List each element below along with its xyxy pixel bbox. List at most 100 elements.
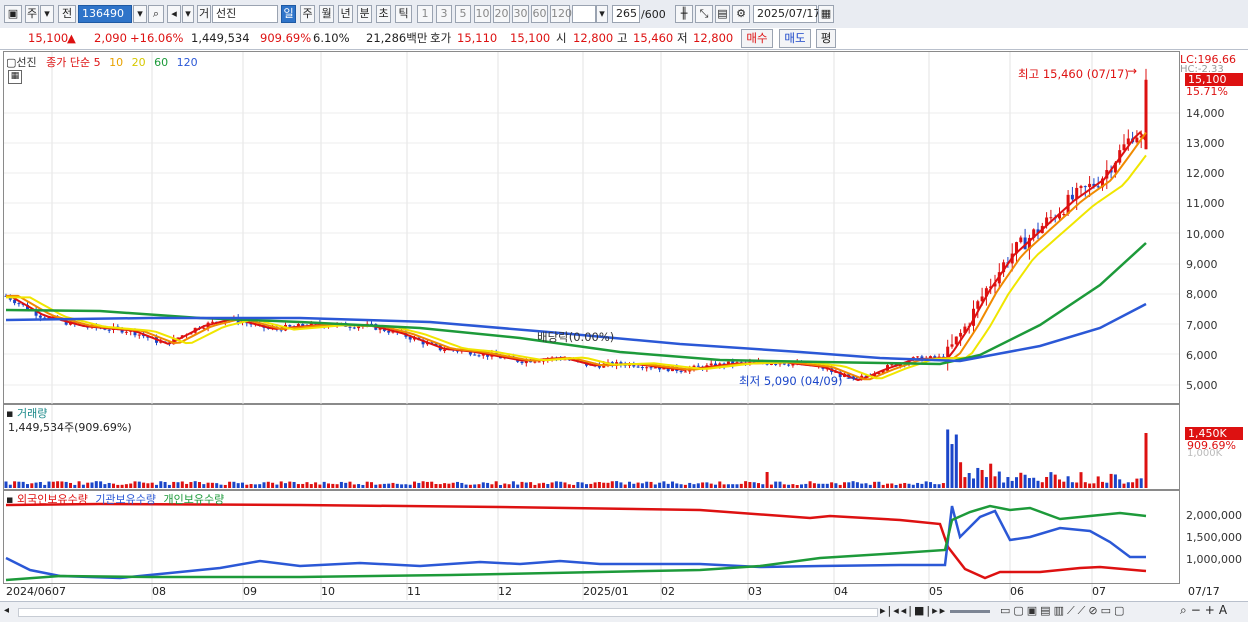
high-annotation: 최고 15,460 (07/17): [1018, 67, 1129, 81]
price-axis[interactable]: LC:196.66 HC:-2.33 15,100 15.71% 14,000 …: [1180, 51, 1248, 404]
legend-individual[interactable]: 개인보유수량: [164, 493, 225, 506]
candle-body: [683, 371, 687, 373]
high-arrow-icon: →: [1127, 64, 1138, 78]
candle-body: [976, 301, 980, 309]
dividend-annotation: 배당락(0.00%): [537, 330, 615, 344]
y-tick: 14,000: [1186, 107, 1225, 120]
scroll-left-icon[interactable]: ◂: [4, 605, 9, 616]
price-legend: ▢선진 종가 단순 5 10 20 60 120: [6, 54, 198, 70]
candle-body: [288, 325, 292, 327]
candle-body: [533, 361, 537, 363]
candle-body: [640, 367, 644, 369]
x-label: 06: [1010, 585, 1024, 598]
y-tick: 12,000: [1186, 167, 1225, 180]
candle-body: [954, 336, 958, 345]
candle-body: [477, 355, 481, 357]
y-tick: 2,000,000: [1186, 509, 1242, 522]
candle-body: [38, 315, 42, 318]
y-tick: 10,000: [1186, 228, 1225, 241]
candle-body: [210, 321, 214, 323]
candle-body: [202, 327, 206, 329]
volume-pane[interactable]: [3, 404, 1180, 490]
candle-body: [636, 366, 640, 368]
candle-body: [443, 350, 447, 352]
candle-body: [1079, 186, 1083, 188]
legend-ma60[interactable]: 60: [154, 56, 168, 69]
horizontal-scrollbar[interactable]: [18, 608, 878, 617]
candle-body: [1049, 217, 1053, 219]
x-label: 07: [1092, 585, 1106, 598]
candle-body: [1019, 237, 1023, 243]
candle-body: [473, 354, 477, 356]
y-tick: 1,500,000: [1186, 531, 1242, 544]
candle-body: [959, 332, 963, 337]
y-tick: 1,000,000: [1186, 553, 1242, 566]
legend-ma20[interactable]: 20: [132, 56, 146, 69]
volume-hidden-tick: 1,000K: [1187, 448, 1223, 459]
candle-body: [107, 329, 111, 331]
x-label: 10: [321, 585, 335, 598]
candle-body: [17, 303, 21, 305]
candle-body: [696, 365, 700, 367]
y-tick: 6,000: [1186, 349, 1218, 362]
x-label: 11: [407, 585, 421, 598]
candle-body: [1070, 194, 1074, 200]
legend-ma120[interactable]: 120: [177, 56, 198, 69]
x-label: 2025/01: [583, 585, 629, 598]
holdings-checkbox-icon[interactable]: ▪: [6, 493, 13, 506]
holdings-axis[interactable]: 2,000,000 1,500,000 1,000,000: [1180, 490, 1248, 584]
tool-icons[interactable]: ▭▢▣▤▥⟋⟋⊘▭▢: [1000, 604, 1127, 618]
candle-body: [649, 367, 653, 369]
x-label: 02: [661, 585, 675, 598]
y-tick: 8,000: [1186, 288, 1218, 301]
x-label: 05: [929, 585, 943, 598]
y-tick: 7,000: [1186, 319, 1218, 332]
bottom-bar: ◂ ▸|◂◂|■|▸▸ ▭▢▣▤▥⟋⟋⊘▭▢ ⌕−+A: [0, 601, 1248, 622]
candle-body: [709, 363, 713, 366]
legend-checkbox-icon[interactable]: ▢: [6, 56, 16, 69]
y-tick: 13,000: [1186, 137, 1225, 150]
candle-body: [1088, 183, 1092, 188]
x-label: 08: [152, 585, 166, 598]
playback-controls[interactable]: ▸|◂◂|■|▸▸: [880, 604, 947, 617]
candle-body: [357, 326, 361, 329]
legend-ma5[interactable]: 종가 단순 5: [46, 56, 100, 69]
volume-axis[interactable]: 1,450K 909.69% 1,000K: [1180, 404, 1248, 490]
legend-institution[interactable]: 기관보유수량: [95, 493, 156, 506]
candle-body: [1083, 186, 1087, 188]
candle-body: [787, 364, 791, 366]
candle-body: [653, 367, 657, 369]
candle-body: [774, 363, 778, 365]
y-tick: 5,000: [1186, 379, 1218, 392]
candle-body: [1096, 186, 1100, 188]
x-label: 04: [834, 585, 848, 598]
x-label: 09: [243, 585, 257, 598]
candle-body: [950, 344, 954, 347]
low-arrow-icon: →: [846, 371, 857, 385]
legend-foreign[interactable]: 외국인보유수량: [17, 493, 88, 506]
y-tick: 9,000: [1186, 258, 1218, 271]
y-tick: 11,000: [1186, 197, 1225, 210]
candle-body: [679, 370, 683, 372]
candle-body: [137, 334, 141, 336]
legend-ma10[interactable]: 10: [109, 56, 123, 69]
holdings-legend: ▪ 외국인보유수량 기관보유수량 개인보유수량: [6, 491, 224, 507]
x-label: 12: [498, 585, 512, 598]
candle-body: [387, 330, 391, 333]
legend-stock-name: 선진: [16, 56, 37, 69]
grid-toggle-icon[interactable]: ▦: [8, 70, 22, 84]
zoom-icons[interactable]: ⌕−+A: [1180, 603, 1231, 618]
ma60-line: [5, 242, 1147, 366]
candle-body: [1135, 137, 1139, 143]
x-label: 07: [52, 585, 66, 598]
candle-body: [520, 361, 524, 364]
candle-body: [348, 326, 352, 328]
x-label: 03: [748, 585, 762, 598]
candle-body: [916, 356, 920, 358]
low-annotation: 최저 5,090 (04/09): [739, 374, 843, 388]
candle-body: [352, 327, 356, 329]
candle-body: [537, 361, 541, 363]
x-label: 2024/06: [6, 585, 52, 598]
volume-value-label: 1,449,534주(909.69%): [8, 421, 132, 434]
zoom-slider[interactable]: [950, 610, 990, 613]
